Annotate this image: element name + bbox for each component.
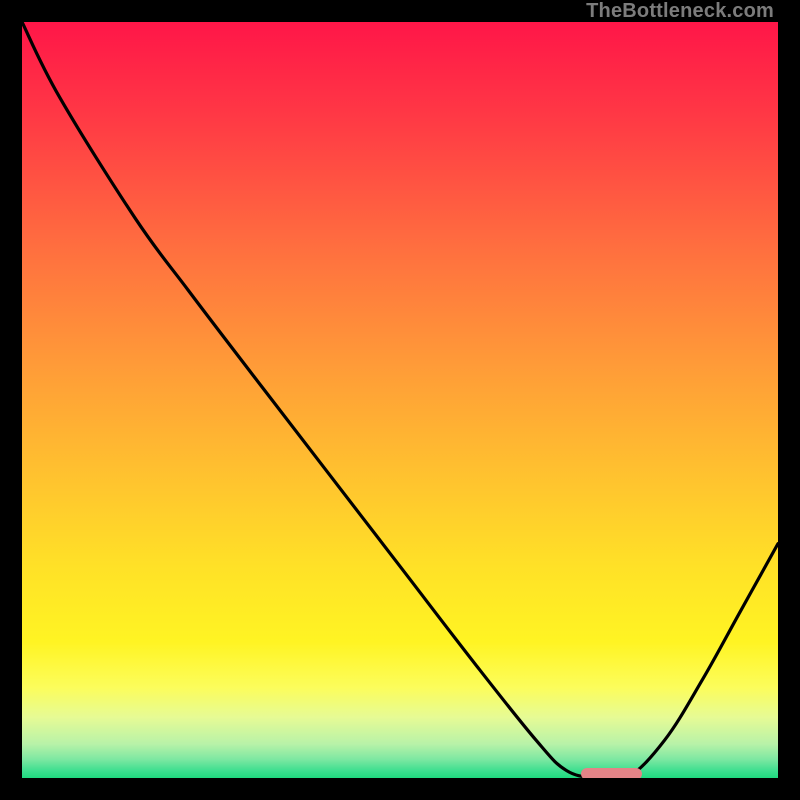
optimal-range-marker bbox=[581, 768, 641, 778]
bottleneck-curve bbox=[22, 22, 778, 778]
watermark-text: TheBottleneck.com bbox=[586, 0, 774, 23]
plot-area bbox=[22, 22, 778, 778]
chart-frame: TheBottleneck.com bbox=[0, 0, 800, 800]
